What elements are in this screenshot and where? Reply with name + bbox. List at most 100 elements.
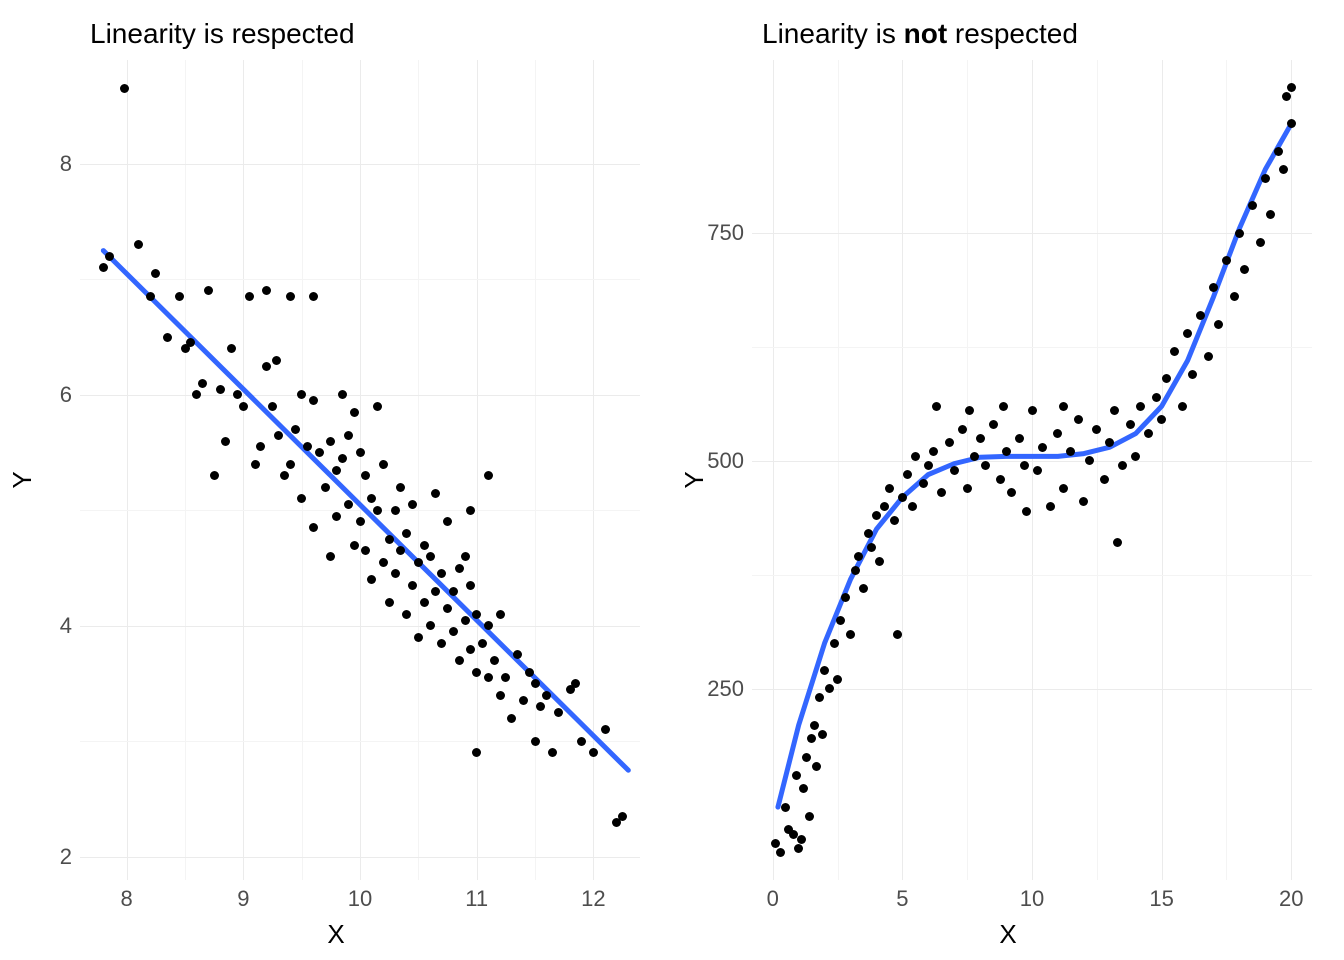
data-point xyxy=(1105,438,1114,447)
data-point xyxy=(1038,443,1047,452)
data-point xyxy=(396,483,405,492)
data-point xyxy=(833,675,842,684)
data-point xyxy=(99,263,108,272)
data-point xyxy=(256,442,265,451)
data-point xyxy=(272,356,281,365)
data-point xyxy=(1059,484,1068,493)
data-point xyxy=(309,396,318,405)
x-tick-label: 9 xyxy=(237,886,249,912)
data-point xyxy=(1287,119,1296,128)
data-point xyxy=(542,691,551,700)
gridline-h-minor xyxy=(752,347,1312,348)
gridline-h xyxy=(752,461,1312,462)
data-point xyxy=(958,425,967,434)
data-point xyxy=(297,494,306,503)
data-point xyxy=(815,693,824,702)
data-point xyxy=(989,420,998,429)
data-point xyxy=(1274,147,1283,156)
data-point xyxy=(402,529,411,538)
data-point xyxy=(1188,370,1197,379)
data-point xyxy=(367,575,376,584)
data-point xyxy=(385,535,394,544)
data-point xyxy=(385,598,394,607)
gridline-v-minor xyxy=(1097,60,1098,880)
y-tick-label: 750 xyxy=(707,220,744,246)
data-point xyxy=(420,598,429,607)
y-axis-title-right: Y xyxy=(679,471,710,488)
gridline-h xyxy=(80,626,640,627)
data-point xyxy=(965,406,974,415)
data-point xyxy=(536,702,545,711)
data-point xyxy=(431,489,440,498)
data-point xyxy=(802,753,811,762)
data-point xyxy=(893,630,902,639)
data-point xyxy=(797,835,806,844)
data-point xyxy=(880,502,889,511)
data-point xyxy=(192,390,201,399)
data-point xyxy=(443,517,452,526)
gridline-h-minor xyxy=(80,510,640,511)
data-point xyxy=(1136,402,1145,411)
data-point xyxy=(867,543,876,552)
data-point xyxy=(361,471,370,480)
data-point xyxy=(344,500,353,509)
data-point xyxy=(1248,201,1257,210)
data-point xyxy=(851,566,860,575)
data-point xyxy=(478,639,487,648)
data-point xyxy=(589,748,598,757)
data-point xyxy=(1110,406,1119,415)
data-point xyxy=(1279,165,1288,174)
data-point xyxy=(1256,238,1265,247)
data-point xyxy=(1209,283,1218,292)
data-point xyxy=(396,546,405,555)
data-point xyxy=(332,466,341,475)
gridline-h xyxy=(80,857,640,858)
gridline-v-minor xyxy=(302,60,303,880)
data-point xyxy=(981,461,990,470)
data-point xyxy=(134,240,143,249)
chart-title-left: Linearity is respected xyxy=(90,18,355,50)
data-point xyxy=(864,529,873,538)
data-point xyxy=(771,839,780,848)
data-point xyxy=(1131,452,1140,461)
data-point xyxy=(466,645,475,654)
data-point xyxy=(466,506,475,515)
x-tick-label: 12 xyxy=(581,886,605,912)
data-point xyxy=(937,488,946,497)
data-point xyxy=(1118,461,1127,470)
data-point xyxy=(1079,497,1088,506)
data-point xyxy=(431,587,440,596)
data-point xyxy=(350,408,359,417)
data-point xyxy=(367,494,376,503)
data-point xyxy=(577,737,586,746)
data-point xyxy=(854,552,863,561)
data-point xyxy=(297,390,306,399)
data-point xyxy=(1066,447,1075,456)
data-point xyxy=(1015,434,1024,443)
data-point xyxy=(976,434,985,443)
data-point xyxy=(1282,92,1291,101)
data-point xyxy=(1204,352,1213,361)
data-point xyxy=(911,452,920,461)
data-point xyxy=(484,673,493,682)
data-point xyxy=(776,848,785,857)
data-point xyxy=(408,581,417,590)
data-point xyxy=(1170,347,1179,356)
data-point xyxy=(1222,256,1231,265)
y-tick-label: 4 xyxy=(60,613,72,639)
data-point xyxy=(1183,329,1192,338)
data-point xyxy=(859,584,868,593)
data-point xyxy=(163,333,172,342)
x-tick-label: 20 xyxy=(1279,886,1303,912)
gridline-v xyxy=(477,60,478,880)
data-point xyxy=(1007,488,1016,497)
data-point xyxy=(414,558,423,567)
gridline-h xyxy=(752,233,1312,234)
x-axis-title-right: X xyxy=(999,919,1016,950)
data-point xyxy=(963,484,972,493)
data-point xyxy=(286,292,295,301)
data-point xyxy=(601,725,610,734)
data-point xyxy=(1214,320,1223,329)
gridline-v-minor xyxy=(418,60,419,880)
data-point xyxy=(996,475,1005,484)
